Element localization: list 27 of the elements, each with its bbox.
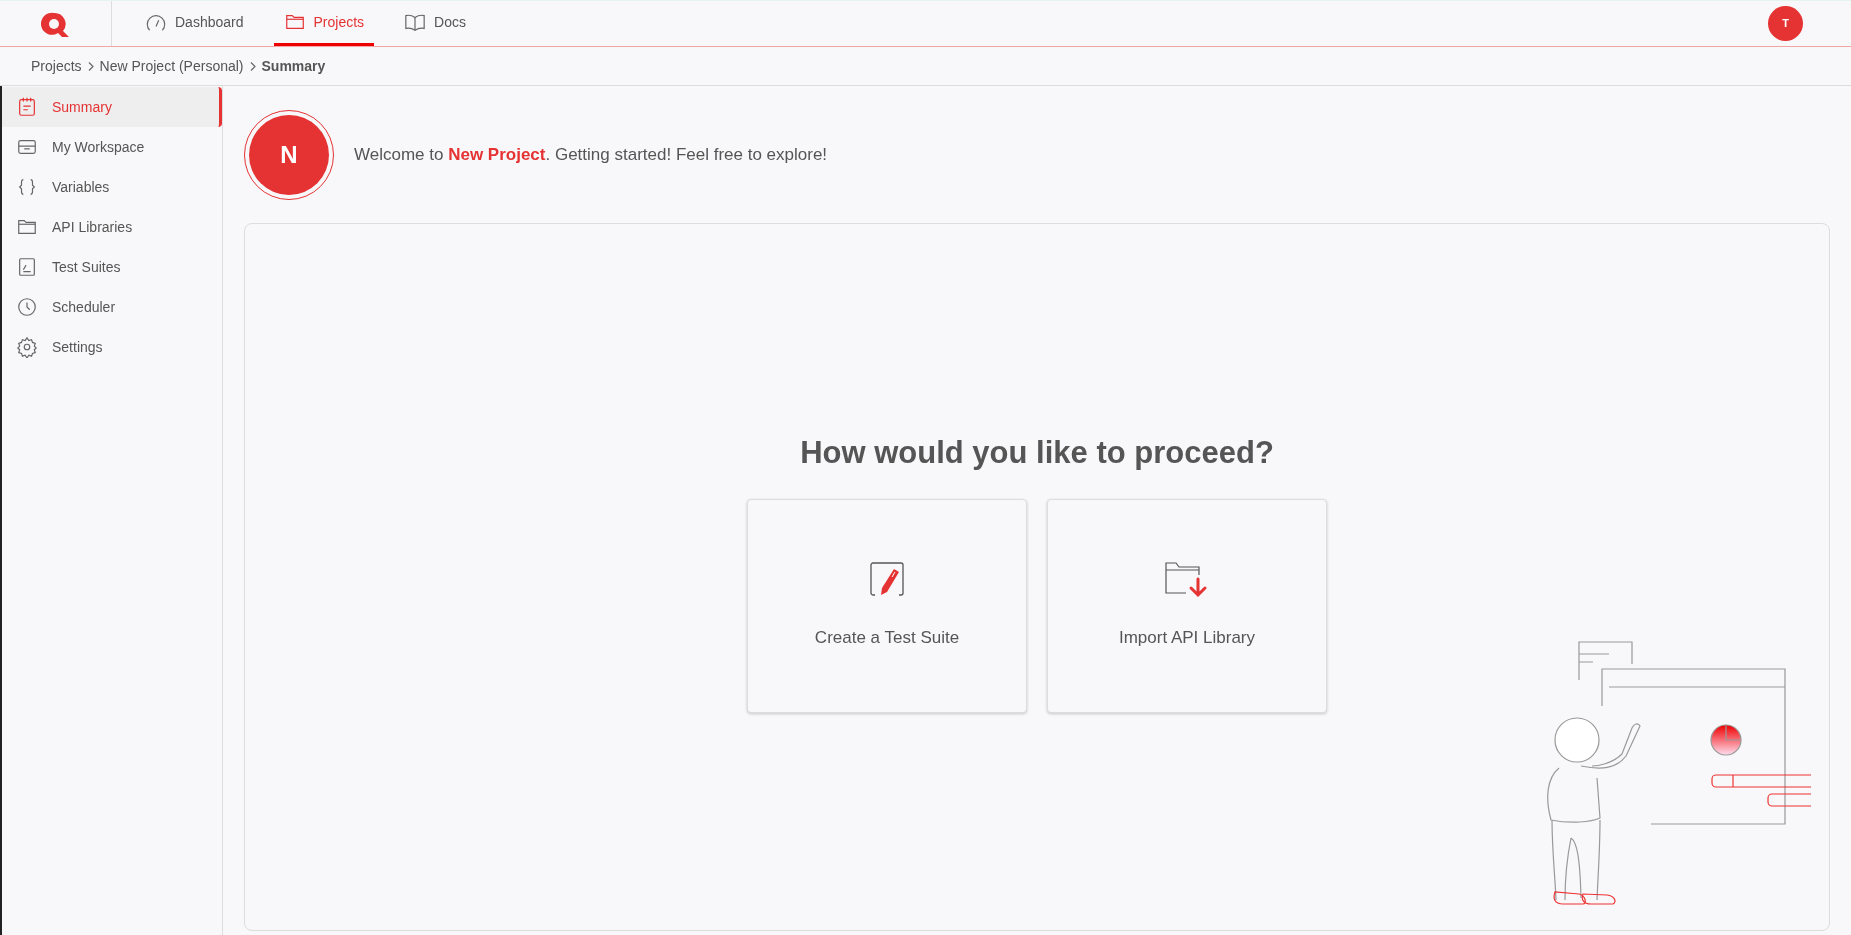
sidebar-item[interactable]: API Libraries [2, 207, 222, 247]
pencil-icon [869, 560, 905, 599]
app-logo [40, 10, 71, 37]
project-avatar: N [249, 114, 329, 195]
breadcrumb-item[interactable]: Projects [31, 55, 82, 77]
nav-tab[interactable]: Dashboard [135, 1, 254, 46]
welcome-message: Welcome to New Project. Getting started! Feel free to explore! [354, 143, 828, 166]
nav-tab[interactable]: Docs [394, 1, 476, 46]
settings-icon [16, 336, 38, 358]
panel-heading: How would you like to proceed? [800, 434, 1274, 472]
sidebar-item[interactable]: Summary [2, 87, 222, 127]
sidebar-item[interactable]: Test Suites [2, 247, 222, 287]
chevron-right-icon [249, 61, 256, 71]
chevron-right-icon [87, 61, 94, 71]
clipboard-icon [16, 96, 38, 118]
sidebar-item[interactable]: Settings [2, 327, 222, 367]
sidebar-item[interactable]: Scheduler [2, 287, 222, 327]
nav-tab[interactable]: Projects [273, 1, 375, 46]
option-card[interactable]: Create a Test Suite [747, 498, 1027, 713]
clock-icon [16, 296, 38, 318]
braces-icon [16, 176, 38, 198]
sidebar-item[interactable]: My Workspace [2, 127, 222, 167]
breadcrumb-item[interactable]: New Project (Personal) [99, 55, 244, 77]
option-card[interactable]: Import API Library [1047, 498, 1327, 713]
breadcrumb-item: Summary [261, 56, 326, 76]
sidebar-item[interactable]: Variables [2, 167, 222, 207]
user-avatar[interactable]: T [1768, 6, 1803, 41]
